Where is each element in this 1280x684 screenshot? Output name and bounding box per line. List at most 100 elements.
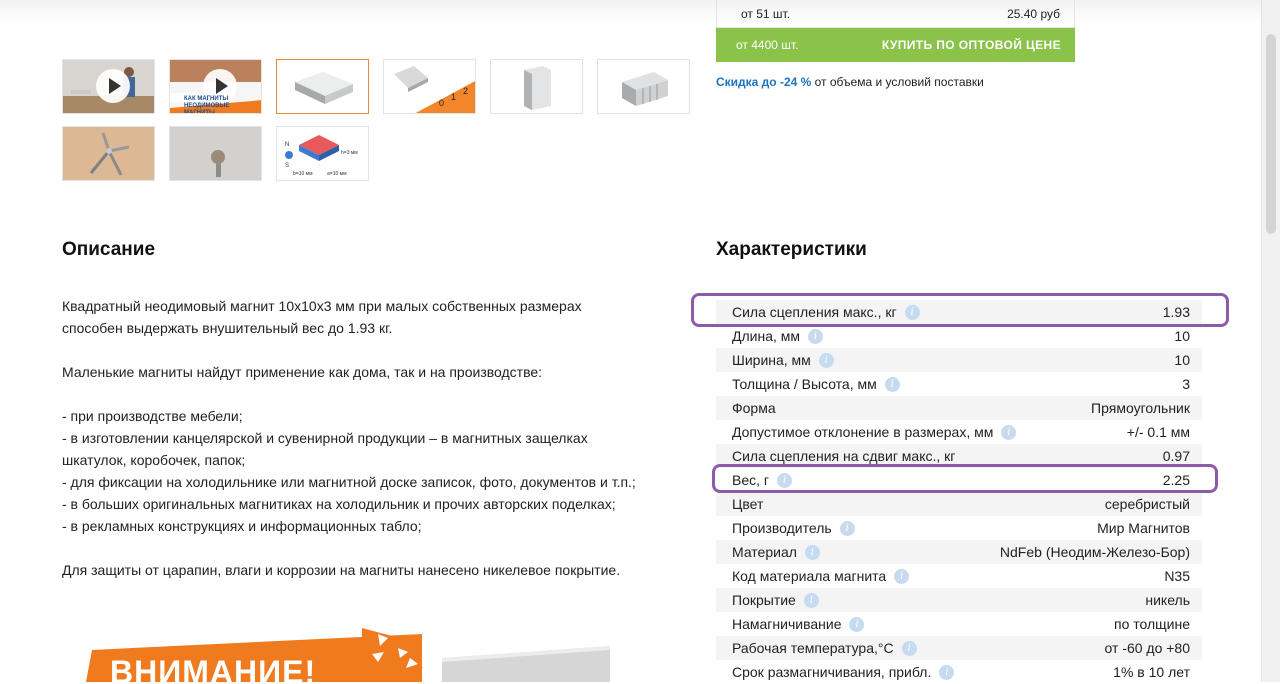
price-table: от 51 шт. 25.40 руб от 4400 шт. КУПИТЬ П…	[716, 0, 1075, 62]
specs-title: Характеристики	[716, 239, 867, 260]
description-paragraph: Маленькие магниты найдут применение как …	[62, 364, 543, 380]
magnet-diagram-image: N S h=3 мм b=10 мм a=10 мм	[277, 127, 368, 180]
banner-text: ВНИМАНИЕ!	[110, 654, 317, 682]
spec-name: Намагничивание i	[732, 616, 865, 632]
info-icon[interactable]: i	[839, 520, 855, 536]
spec-name: Допустимое отклонение в размерах, мм i	[732, 424, 1017, 440]
thumbnail-magnet-keys[interactable]	[62, 126, 155, 181]
diagram-pole-n: N	[285, 142, 289, 148]
magnet-ruler-image: 0 1 2	[384, 60, 475, 113]
diagram-width-label: b=10 мм	[293, 171, 313, 177]
spec-name: Материал i	[732, 544, 820, 560]
thumbnail-magnet-active[interactable]	[276, 59, 369, 114]
description-title: Описание	[62, 239, 156, 260]
spec-row: Толщина / Высота, мм i 3	[716, 372, 1202, 396]
spec-name: Толщина / Высота, мм i	[732, 376, 900, 392]
magnet-stack-image	[598, 60, 689, 113]
spec-name-label: Сила сцепления на сдвиг макс., кг	[732, 448, 956, 464]
info-icon[interactable]: i	[1001, 424, 1017, 440]
magnet-square-image	[277, 60, 368, 113]
spec-name-label: Производитель	[732, 520, 832, 536]
info-icon[interactable]: i	[849, 616, 865, 632]
spec-name-label: Допустимое отклонение в размерах, мм	[732, 424, 994, 440]
info-icon[interactable]: i	[884, 376, 900, 392]
info-icon[interactable]: i	[804, 544, 820, 560]
spec-value: 10	[1174, 352, 1190, 368]
play-icon	[96, 69, 130, 103]
description-bullet: - для фиксации на холодильнике или магни…	[62, 474, 636, 490]
spec-name: Рабочая температура,°C i	[732, 640, 917, 656]
spec-value: N35	[1164, 568, 1190, 584]
description-paragraph: Квадратный неодимовый магнит 10x10x3 мм …	[62, 298, 582, 336]
spec-value: от -60 до +80	[1104, 640, 1191, 656]
attention-banner: ВНИМАНИЕ!	[62, 628, 610, 682]
description-bullet: - в больших оригинальных магнитиках на х…	[62, 496, 616, 512]
spec-name-label: Намагничивание	[732, 616, 842, 632]
thumbnail-magnet-stack[interactable]	[597, 59, 690, 114]
spec-name-label: Толщина / Высота, мм	[732, 376, 877, 392]
info-icon[interactable]: i	[808, 328, 824, 344]
spec-row: Форма Прямоугольник	[716, 396, 1202, 420]
spec-name: Длина, мм i	[732, 328, 824, 344]
thumbnail-magnet-side[interactable]	[490, 59, 583, 114]
spec-value: 0.97	[1162, 448, 1190, 464]
scrollbar[interactable]	[1261, 0, 1280, 682]
spec-row: Покрытие i никель	[716, 588, 1202, 612]
magnet-keys-image	[63, 127, 154, 180]
spec-name-label: Ширина, мм	[732, 352, 811, 368]
spec-name-label: Покрытие	[732, 592, 796, 608]
spec-name-label: Срок размагничивания, прибл.	[732, 664, 932, 680]
spec-name-label: Материал	[732, 544, 797, 560]
thumbnail-magnet-ruler[interactable]: 0 1 2	[383, 59, 476, 114]
discount-label: Скидка до -24 %	[716, 75, 812, 89]
spec-row: Материал i NdFeb (Неодим-Железо-Бор)	[716, 540, 1202, 564]
spec-value: Мир Магнитов	[1097, 520, 1190, 536]
spec-row: Цвет серебристый	[716, 492, 1202, 516]
ruler-number: 1	[451, 92, 456, 102]
discount-note: Скидка до -24 % от объема и условий пост…	[716, 75, 984, 89]
spec-value: серебристый	[1104, 496, 1190, 512]
ruler-number: 0	[439, 98, 444, 108]
spec-value: никель	[1145, 592, 1190, 608]
spec-name-label: Код материала магнита	[732, 568, 887, 584]
spec-name-label: Длина, мм	[732, 328, 801, 344]
spec-name: Сила сцепления на сдвиг макс., кг	[732, 448, 955, 464]
price-value: 25.40 руб	[1007, 6, 1060, 21]
price-qty: от 51 шт.	[741, 6, 791, 21]
spec-value: +/- 0.1 мм	[1126, 424, 1190, 440]
description-text: Квадратный неодимовый магнит 10x10x3 мм …	[62, 295, 642, 581]
wholesale-buy-label: КУПИТЬ ПО ОПТОВОЙ ЦЕНЕ	[881, 38, 1061, 52]
spec-name-label: Форма	[732, 400, 776, 416]
spec-name: Цвет	[732, 496, 763, 512]
spec-name-label: Цвет	[732, 496, 764, 512]
spec-value: 1% в 10 лет	[1113, 664, 1190, 680]
description-paragraph: Для защиты от царапин, влаги и коррозии …	[62, 562, 621, 578]
spec-row: Срок размагничивания, прибл. i 1% в 10 лет	[716, 660, 1202, 684]
spec-row: Намагничивание i по толщине	[716, 612, 1202, 636]
spec-name: Покрытие i	[732, 592, 819, 608]
spec-row: Ширина, мм i 10	[716, 348, 1202, 372]
description-bullet: - в рекламных конструкциях и информацион…	[62, 518, 422, 534]
spec-row: Допустимое отклонение в размерах, мм i +/-…	[716, 420, 1202, 444]
spec-value: 10	[1174, 328, 1190, 344]
thumbnail-video-1[interactable]	[62, 59, 155, 114]
info-icon[interactable]: i	[818, 352, 834, 368]
wholesale-buy-button[interactable]: от 4400 шт. КУПИТЬ ПО ОПТОВОЙ ЦЕНЕ	[716, 28, 1075, 62]
description-bullet: - при производстве мебели;	[62, 408, 243, 424]
spec-value: Прямоугольник	[1091, 400, 1190, 416]
spec-row: Рабочая температура,°C i от -60 до +80	[716, 636, 1202, 660]
thumbnail-magnet-diagram[interactable]: N S h=3 мм b=10 мм a=10 мм	[276, 126, 369, 181]
spec-row: Производитель i Мир Магнитов	[716, 516, 1202, 540]
spec-row: Код материала магнита i N35	[716, 564, 1202, 588]
magnet-wall-image	[170, 127, 261, 180]
video-2-caption: КАК МАГНИТЫ НЕОДИМОВЫЕ МАГНИТЫ	[184, 96, 230, 114]
spec-value: 3	[1182, 376, 1190, 392]
thumbnail-magnet-wall[interactable]	[169, 126, 262, 181]
spec-value: NdFeb (Неодим-Железо-Бор)	[999, 544, 1190, 560]
info-icon[interactable]: i	[803, 592, 819, 608]
info-icon[interactable]: i	[939, 664, 955, 680]
scrollbar-thumb[interactable]	[1266, 34, 1276, 234]
thumbnail-video-2[interactable]: КАК МАГНИТЫ НЕОДИМОВЫЕ МАГНИТЫ	[169, 59, 262, 114]
info-icon[interactable]: i	[894, 568, 910, 584]
info-icon[interactable]: i	[901, 640, 917, 656]
